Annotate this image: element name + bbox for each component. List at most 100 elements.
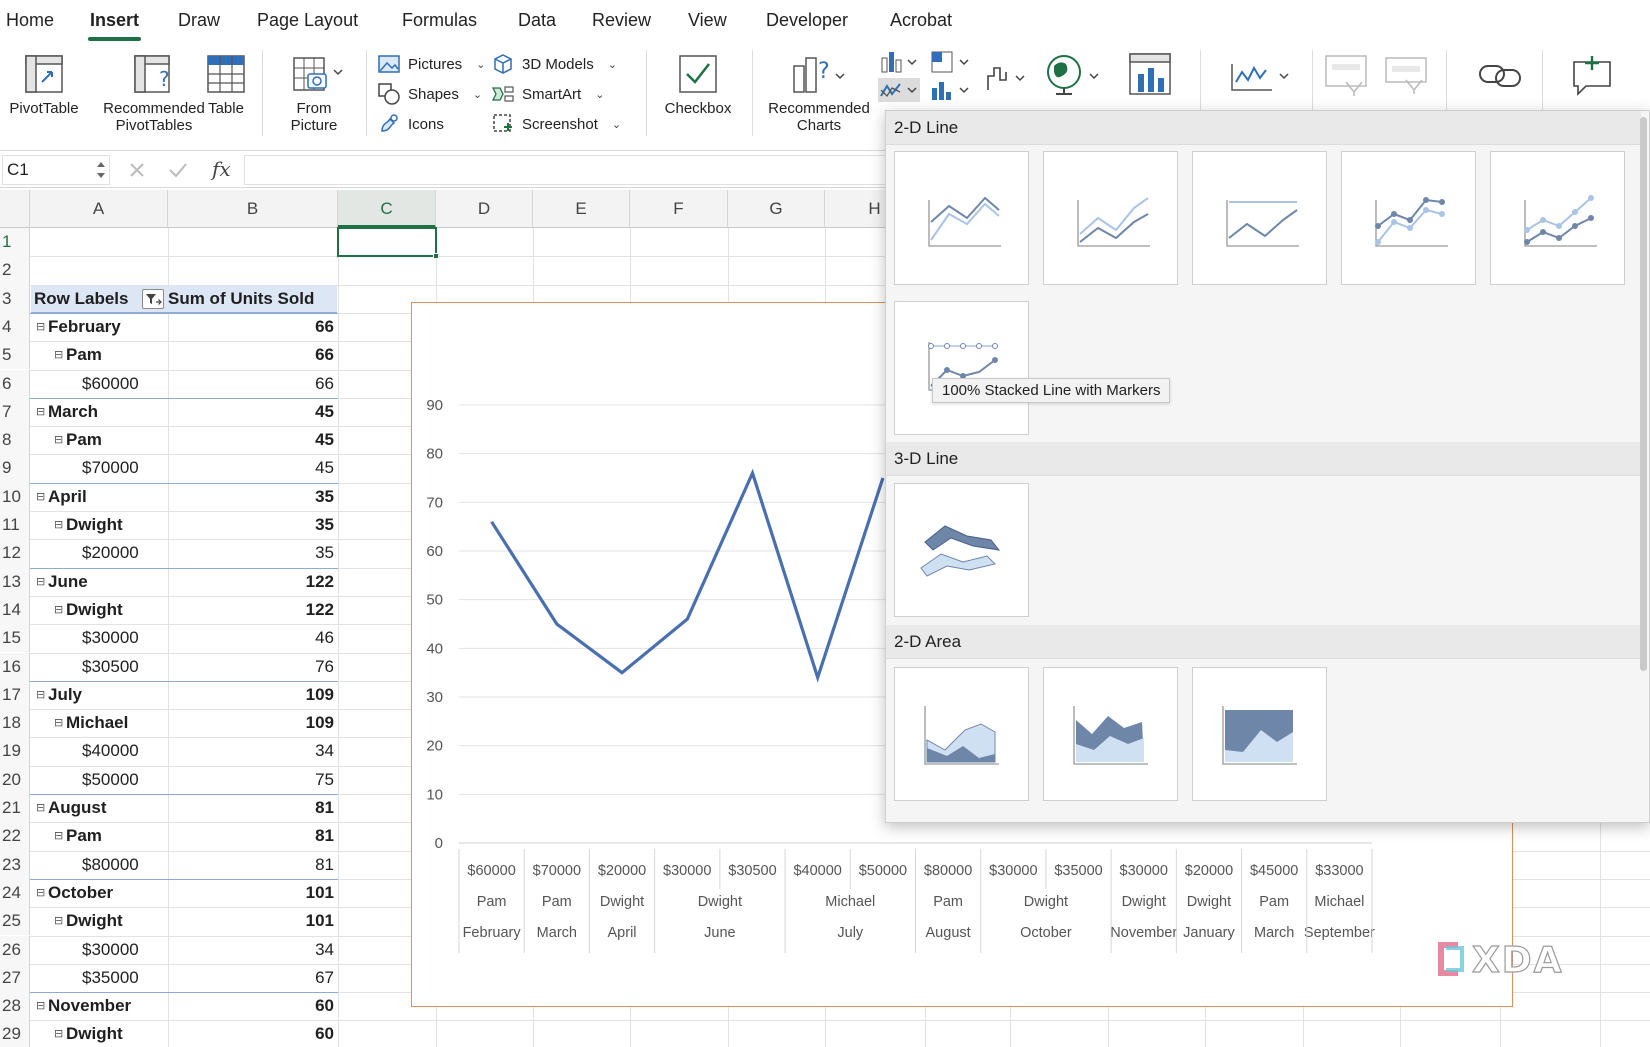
collapse-toggle-icon[interactable]: ⊟ — [36, 794, 45, 822]
collapse-toggle-icon[interactable]: ⊟ — [36, 398, 45, 426]
waterfall-chart-icon[interactable] — [984, 62, 1030, 92]
cell-a12[interactable]: $20000 — [82, 539, 168, 567]
column-header-g[interactable]: G — [728, 190, 825, 228]
pivot-value[interactable]: 66 — [168, 313, 338, 341]
row-header[interactable]: 7 — [0, 397, 30, 427]
cell-a21[interactable]: ⊟ August — [36, 794, 168, 822]
collapse-toggle-icon[interactable]: ⊟ — [54, 596, 63, 624]
row-header[interactable]: 12 — [0, 539, 30, 568]
collapse-toggle-icon[interactable]: ⊟ — [54, 822, 63, 850]
name-box-stepper-icon[interactable] — [96, 159, 106, 181]
cell-a17[interactable]: ⊟ July — [36, 681, 168, 709]
cell-a10[interactable]: ⊟ April — [36, 483, 168, 511]
pivot-value[interactable]: 101 — [168, 907, 338, 935]
tab-draw[interactable]: Draw — [178, 10, 220, 31]
pictures-button[interactable]: Pictures ⌄ — [378, 52, 485, 76]
cancel-icon[interactable] — [128, 161, 146, 179]
row-header[interactable]: 23 — [0, 850, 30, 879]
chart-option-100-stacked-area[interactable] — [1192, 667, 1327, 801]
row-header[interactable]: 11 — [0, 511, 30, 540]
collapse-toggle-icon[interactable]: ⊟ — [36, 313, 45, 341]
row-header[interactable]: 2 — [0, 256, 30, 285]
pivot-value[interactable]: 46 — [168, 624, 338, 652]
row-header[interactable]: 22 — [0, 822, 30, 851]
pivot-value[interactable]: 75 — [168, 766, 338, 794]
chart-option-3d-line[interactable] — [894, 483, 1029, 617]
row-header[interactable]: 5 — [0, 341, 30, 370]
pivot-value[interactable]: 45 — [168, 398, 338, 426]
tab-home[interactable]: Home — [6, 10, 54, 31]
map-chart-icon[interactable] — [1044, 52, 1106, 98]
from-picture-button[interactable]: From Picture — [274, 54, 354, 134]
pivot-value[interactable]: 109 — [168, 709, 338, 737]
enter-check-icon[interactable] — [168, 161, 188, 179]
row-header[interactable]: 14 — [0, 595, 30, 625]
cell-a11[interactable]: ⊟ Dwight — [54, 511, 168, 539]
column-header-b[interactable]: B — [168, 190, 338, 228]
tab-review[interactable]: Review — [592, 10, 651, 31]
row-header[interactable]: 20 — [0, 765, 30, 794]
chart-option-line-with-markers[interactable] — [1341, 151, 1476, 285]
shapes-button[interactable]: Shapes ⌄ — [378, 82, 482, 106]
tab-acrobat[interactable]: Acrobat — [890, 10, 952, 31]
row-header[interactable]: 13 — [0, 567, 30, 596]
pivot-value[interactable]: 60 — [168, 992, 338, 1020]
row-header[interactable]: 10 — [0, 482, 30, 511]
cell-a16[interactable]: $30500 — [82, 653, 168, 681]
icons-button[interactable]: Icons — [378, 112, 444, 136]
row-header[interactable]: 3 — [0, 284, 30, 313]
chart-option-stacked-line-with-markers[interactable] — [1490, 151, 1625, 285]
cell-a25[interactable]: ⊟ Dwight — [54, 907, 168, 935]
cell-a2[interactable] — [34, 256, 168, 284]
cell-a29[interactable]: ⊟ Dwight — [54, 1020, 168, 1047]
screenshot-button[interactable]: Screenshot ⌄ — [492, 112, 621, 136]
collapse-toggle-icon[interactable]: ⊟ — [36, 568, 45, 596]
collapse-toggle-icon[interactable]: ⊟ — [54, 426, 63, 454]
cell-a20[interactable]: $50000 — [82, 766, 168, 794]
pivot-value[interactable]: 81 — [168, 794, 338, 822]
gallery-scrollbar[interactable] — [1640, 117, 1647, 671]
row-header[interactable]: 25 — [0, 907, 30, 936]
cell-a6[interactable]: $60000 — [82, 370, 168, 398]
pivot-value[interactable] — [168, 228, 338, 256]
pivot-value[interactable]: 122 — [168, 596, 338, 624]
chart-option-line[interactable] — [894, 151, 1029, 285]
pivot-value[interactable]: 60 — [168, 1020, 338, 1047]
chart-option-100-stacked-line[interactable] — [1192, 151, 1327, 285]
collapse-toggle-icon[interactable]: ⊟ — [36, 483, 45, 511]
comment-icon[interactable] — [1570, 52, 1616, 98]
collapse-toggle-icon[interactable]: ⊟ — [36, 681, 45, 709]
row-header[interactable]: 16 — [0, 652, 30, 681]
row-header[interactable]: 18 — [0, 709, 30, 738]
pivot-value[interactable]: 45 — [168, 426, 338, 454]
column-header-a[interactable]: A — [30, 190, 168, 228]
pivot-value[interactable]: 45 — [168, 454, 338, 482]
row-header[interactable]: 15 — [0, 624, 30, 653]
hierarchy-chart-icon[interactable] — [930, 50, 974, 74]
smartart-button[interactable]: SmartArt ⌄ — [492, 82, 604, 106]
collapse-toggle-icon[interactable]: ⊟ — [36, 879, 45, 907]
tab-insert[interactable]: Insert — [87, 10, 142, 41]
statistic-chart-icon[interactable] — [930, 78, 974, 102]
select-all-corner[interactable] — [0, 190, 30, 228]
pivot-value[interactable]: 35 — [168, 511, 338, 539]
row-header[interactable]: 6 — [0, 369, 30, 398]
fill-handle[interactable] — [433, 253, 439, 260]
row-header[interactable]: 8 — [0, 426, 30, 455]
sparklines-icon[interactable] — [1230, 58, 1292, 92]
cell-a13[interactable]: ⊟ June — [36, 568, 168, 596]
row-header[interactable]: 28 — [0, 992, 30, 1021]
pivot-value[interactable]: 81 — [168, 822, 338, 850]
checkbox-button[interactable]: Checkbox — [656, 54, 740, 117]
pivot-value[interactable]: 81 — [168, 851, 338, 879]
pivot-value[interactable]: 76 — [168, 653, 338, 681]
cell-a18[interactable]: ⊟ Michael — [54, 709, 168, 737]
pivot-value[interactable]: 67 — [168, 964, 338, 992]
column-header-e[interactable]: E — [533, 190, 630, 228]
tab-data[interactable]: Data — [518, 10, 556, 31]
recommended-pivottables-button[interactable]: ? Recommended PivotTables — [88, 54, 220, 134]
chart-option-100-stacked-line-with-markers[interactable] — [894, 301, 1029, 435]
tab-developer[interactable]: Developer — [766, 10, 848, 31]
cell-a28[interactable]: ⊟ November — [36, 992, 168, 1020]
column-header-d[interactable]: D — [436, 190, 533, 228]
